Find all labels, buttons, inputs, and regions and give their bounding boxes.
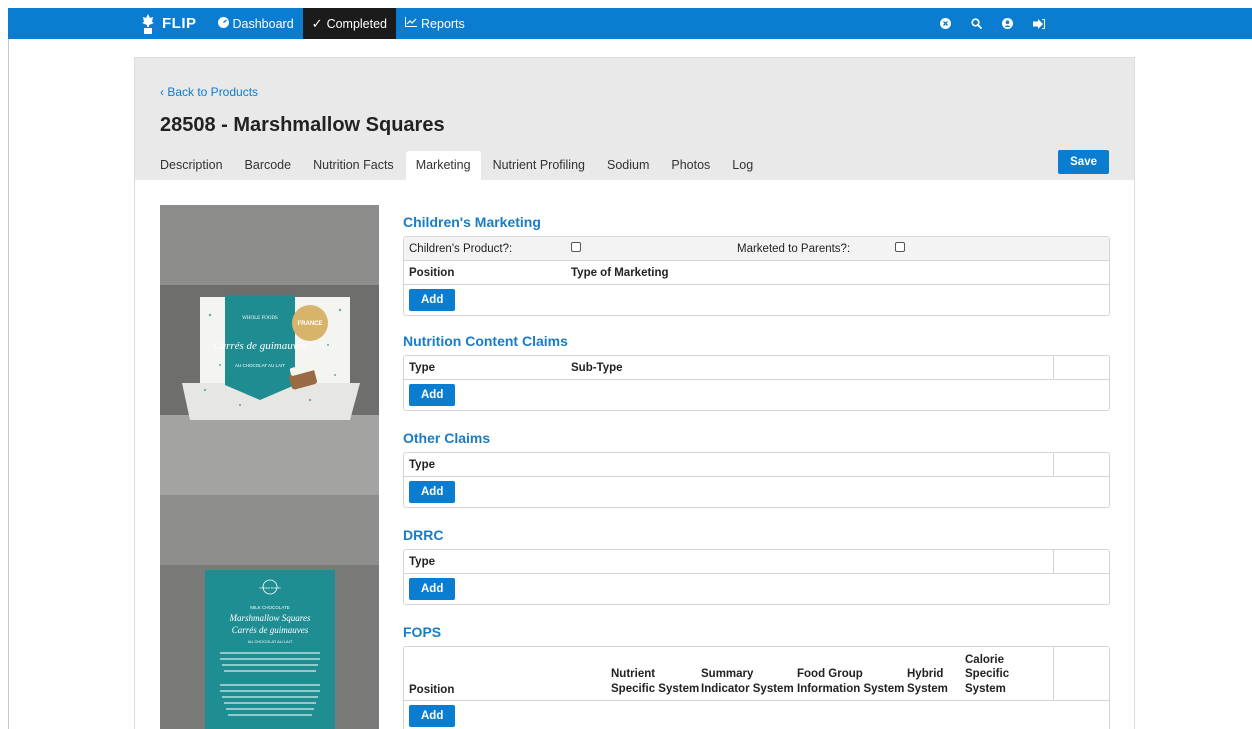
marketed-to-parents-label: Marketed to Parents?: xyxy=(737,242,851,255)
user-icon[interactable] xyxy=(992,18,1023,29)
col-summary-indicator-system: Summary Indicator System xyxy=(701,668,794,695)
fops-header-row: Position Nutrient Specific System Summar… xyxy=(404,646,1109,701)
tab-log[interactable]: Log xyxy=(732,151,753,180)
product-panel: ‹ Back to Products 28508 - Marshmallow S… xyxy=(134,57,1135,729)
col-type: Type xyxy=(409,361,435,374)
childrens-marketing-section: Children's Marketing Children's Product?… xyxy=(403,214,1110,316)
nav-right-group xyxy=(930,8,1054,39)
ncc-header-row: Type Sub-Type xyxy=(404,355,1109,380)
tab-bar: Description Barcode Nutrition Facts Mark… xyxy=(160,151,775,180)
nav-completed-label: Completed xyxy=(326,16,388,31)
brand-name: FLIP xyxy=(162,15,197,32)
col-calorie-specific-system: Calorie Specific System xyxy=(965,653,1010,695)
maple-leaf-logo-icon xyxy=(142,13,154,34)
other-header-row: Type xyxy=(404,452,1109,477)
fops-title: FOPS xyxy=(403,624,442,640)
other-claims-title: Other Claims xyxy=(403,430,491,446)
photo2-name-en: Marshmallow Squares xyxy=(229,613,311,623)
other-claims-section: Other Claims Type Add xyxy=(403,430,1110,508)
tab-marketing[interactable]: Marketing xyxy=(405,151,481,180)
tab-sodium[interactable]: Sodium xyxy=(607,151,649,180)
tab-nutrition-facts[interactable]: Nutrition Facts xyxy=(313,151,394,180)
marketed-to-parents-checkbox[interactable] xyxy=(895,242,905,252)
childrens-marketing-title: Children's Marketing xyxy=(403,214,541,230)
tab-description[interactable]: Description xyxy=(160,151,223,180)
drrc-title: DRRC xyxy=(403,527,444,543)
photo1-name: Carrés de guimauves xyxy=(213,340,307,352)
childrens-flags-row: Children's Product?: Marketed to Parents… xyxy=(404,237,1109,261)
col-type: Type xyxy=(409,555,435,568)
ncc-title: Nutrition Content Claims xyxy=(403,333,568,349)
col-food-group-information-system: Food Group Information System xyxy=(797,668,905,695)
ncc-table: Type Sub-Type Add xyxy=(403,355,1110,411)
tab-photos[interactable]: Photos xyxy=(671,151,710,180)
chart-icon xyxy=(405,17,418,30)
drrc-header-row: Type xyxy=(404,549,1109,574)
back-to-products-link[interactable]: ‹ Back to Products xyxy=(160,85,258,99)
nav-dashboard[interactable]: Dashboard xyxy=(209,8,303,39)
nav-completed[interactable]: ✓ Completed xyxy=(302,8,397,39)
childrens-marketing-table: Children's Product?: Marketed to Parents… xyxy=(403,236,1110,316)
other-claims-table: Type Add xyxy=(403,452,1110,508)
other-claims-add-button[interactable]: Add xyxy=(409,481,456,503)
product-photo-front[interactable]: WHOLE FOODS Carrés de guimauves AU CHOCO… xyxy=(160,205,379,495)
childrens-add-button[interactable]: Add xyxy=(409,289,456,311)
drrc-section: DRRC Type Add xyxy=(403,527,1110,605)
col-nutrient-specific-system: Nutrient Specific System xyxy=(611,668,700,695)
photo1-brand: WHOLE FOODS xyxy=(242,316,278,321)
tab-barcode[interactable]: Barcode xyxy=(245,151,292,180)
product-header: ‹ Back to Products 28508 - Marshmallow S… xyxy=(135,58,1134,180)
dashboard-icon xyxy=(217,16,229,31)
nav-reports[interactable]: Reports xyxy=(396,8,474,39)
col-position: Position xyxy=(409,684,455,696)
childrens-product-checkbox[interactable] xyxy=(571,242,581,252)
product-photo-back[interactable]: WHOLE FOODS MILK CHOCOLATE Marshmallow S… xyxy=(160,495,379,729)
check-icon: ✓ xyxy=(311,15,323,31)
fops-section: FOPS Position Nutrient Specific System S… xyxy=(403,624,1110,729)
childrens-product-label: Children's Product?: xyxy=(409,242,513,255)
nutrition-content-claims-section: Nutrition Content Claims Type Sub-Type A… xyxy=(403,333,1110,411)
close-circle-icon[interactable] xyxy=(930,18,961,29)
drrc-table: Type Add xyxy=(403,549,1110,605)
col-type: Type xyxy=(409,458,435,471)
col-sub-type: Sub-Type xyxy=(571,361,623,374)
fops-table: Position Nutrient Specific System Summar… xyxy=(403,646,1110,729)
nav-dashboard-label: Dashboard xyxy=(232,16,294,31)
col-position: Position xyxy=(409,266,455,279)
drrc-add-button[interactable]: Add xyxy=(409,578,456,600)
nav-reports-label: Reports xyxy=(421,16,465,31)
tab-nutrient-profiling[interactable]: Nutrient Profiling xyxy=(493,151,585,180)
col-type-of-marketing: Type of Marketing xyxy=(571,266,669,279)
photo2-name-fr: Carrés de guimauves xyxy=(232,625,309,635)
search-icon[interactable] xyxy=(961,18,992,29)
save-button[interactable]: Save xyxy=(1058,150,1109,174)
top-navbar: FLIP Dashboard ✓ Completed Reports xyxy=(8,8,1252,39)
page-title: 28508 - Marshmallow Squares xyxy=(160,114,445,136)
childrens-header-row: Position Type of Marketing xyxy=(404,261,1109,285)
photo2-brand: WHOLE FOODS xyxy=(259,586,281,590)
photo2-kicker: MILK CHOCOLATE xyxy=(250,605,289,610)
col-hybrid-system: Hybrid System xyxy=(907,668,948,695)
photo2-sub: AU CHOCOLAT AU LAIT xyxy=(248,639,293,644)
window-edge xyxy=(8,39,9,729)
brand[interactable]: FLIP xyxy=(142,13,197,34)
sign-out-icon[interactable] xyxy=(1023,18,1054,29)
ncc-add-button[interactable]: Add xyxy=(409,384,456,406)
photo1-sub: AU CHOCOLAT AU LAIT xyxy=(235,363,285,368)
fops-add-button[interactable]: Add xyxy=(409,705,456,727)
photo1-seal: FRANCE xyxy=(298,321,323,327)
